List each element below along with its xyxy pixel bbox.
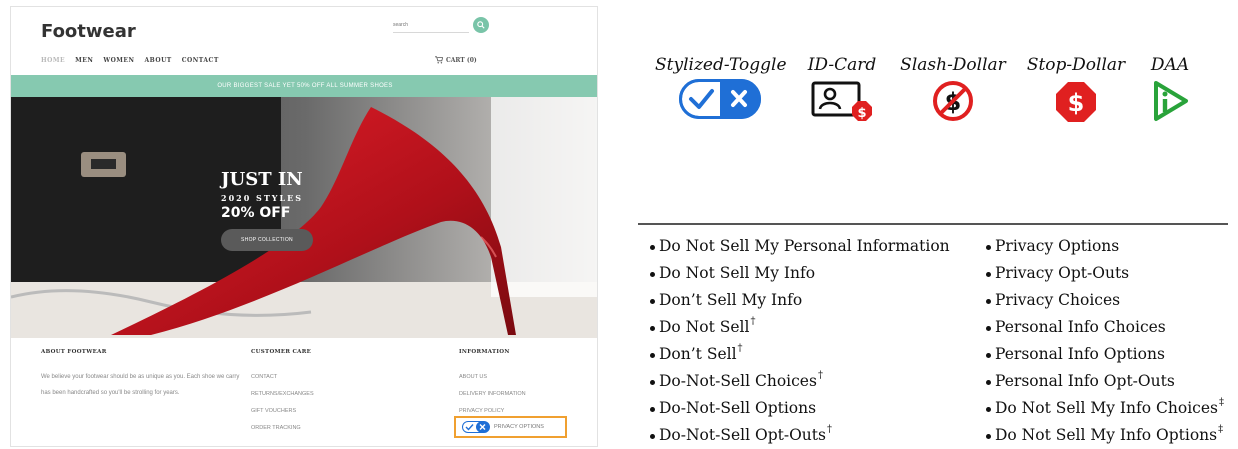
- footer-customer-care: CUSTOMER CARE CONTACT RETURNS/EXCHANGES …: [251, 349, 314, 437]
- store-mockup: Footwear HOME MEN WOMEN ABOUT CONTACT CA…: [10, 6, 598, 447]
- cart-icon: [435, 56, 443, 64]
- search-bar: [393, 17, 493, 33]
- cart-label: CART (0): [446, 56, 477, 64]
- icon-variant-stop-dollar: Stop-Dollar $: [1022, 55, 1130, 125]
- icon-box: $: [802, 79, 882, 125]
- promo-banner[interactable]: OUR BIGGEST SALE YET 50% OFF ALL SUMMER …: [11, 75, 597, 97]
- list-item: Privacy Opt-Outs: [986, 263, 1224, 290]
- nav-women[interactable]: WOMEN: [103, 57, 134, 64]
- toggle-check-x-icon: [679, 79, 761, 119]
- icon-box: $: [1022, 79, 1130, 125]
- stop-dollar-icon: $: [1056, 82, 1096, 122]
- icon-variant-slash-dollar: Slash-Dollar $: [897, 55, 1009, 123]
- footer-information: INFORMATION ABOUT US DELIVERY INFORMATIO…: [459, 349, 526, 420]
- search-input[interactable]: [393, 17, 469, 33]
- list-item: Do-Not-Sell Opt-Outs †: [650, 425, 951, 449]
- search-button[interactable]: [473, 17, 489, 33]
- hero-title: JUST IN: [221, 169, 303, 190]
- privacy-options-link[interactable]: PRIVACY OPTIONS: [454, 416, 567, 438]
- footer-link-tracking[interactable]: ORDER TRACKING: [251, 420, 314, 437]
- footer-info-heading: INFORMATION: [459, 349, 510, 355]
- icon-label: Stylized-Toggle: [655, 55, 787, 75]
- search-icon: [477, 21, 485, 29]
- list-item: Privacy Options: [986, 236, 1224, 263]
- footer-link-gift[interactable]: GIFT VOUCHERS: [251, 403, 314, 420]
- label-list-left: Do Not Sell My Personal Information Do N…: [650, 236, 951, 449]
- privacy-options-label: PRIVACY OPTIONS: [494, 424, 544, 430]
- icon-label: ID-Card: [807, 55, 877, 75]
- icon-label: Stop-Dollar: [1026, 55, 1126, 75]
- list-item: Do Not Sell My Personal Information: [650, 236, 951, 263]
- footer-link-contact[interactable]: CONTACT: [251, 369, 314, 386]
- hero-subtitle: 2020 STYLES: [221, 193, 303, 203]
- toggle-check-x-icon: [462, 421, 490, 433]
- main-nav: HOME MEN WOMEN ABOUT CONTACT: [41, 57, 219, 64]
- footer-about-heading: ABOUT FOOTWEAR: [41, 349, 107, 355]
- label-list-right: Privacy Options Privacy Opt-Outs Privacy…: [986, 236, 1224, 449]
- list-item: Do-Not-Sell Choices †: [650, 371, 951, 398]
- icon-box: $: [897, 79, 1009, 123]
- footer-about: ABOUT FOOTWEAR We believe your footwear …: [41, 349, 241, 401]
- list-item: Do Not Sell My Info Options ‡: [986, 425, 1224, 449]
- svg-text:$: $: [1068, 89, 1085, 117]
- nav-contact[interactable]: CONTACT: [182, 57, 219, 64]
- slash-dollar-icon: $: [933, 81, 973, 121]
- shop-collection-button[interactable]: SHOP COLLECTION: [221, 229, 313, 251]
- hero-text: JUST IN 2020 STYLES 20% OFF SHOP COLLECT…: [221, 169, 313, 251]
- id-card-dollar-icon: $: [811, 81, 872, 121]
- list-item: Do Not Sell My Info Choices ‡: [986, 398, 1224, 425]
- footer-service-heading: CUSTOMER CARE: [251, 349, 312, 355]
- footer-link-about[interactable]: ABOUT US: [459, 369, 526, 386]
- icon-label: DAA: [1150, 55, 1190, 75]
- list-item: Don’t Sell My Info: [650, 290, 951, 317]
- hero-offer: 20% OFF: [221, 205, 291, 221]
- nav-home[interactable]: HOME: [41, 57, 65, 64]
- store-logo[interactable]: Footwear: [41, 21, 136, 42]
- footer-about-text: We believe your footwear should be as un…: [41, 374, 240, 396]
- hero-banner: JUST IN 2020 STYLES 20% OFF SHOP COLLECT…: [11, 97, 597, 338]
- list-item: Privacy Choices: [986, 290, 1224, 317]
- list-item: Do Not Sell †: [650, 317, 951, 344]
- icon-variant-stylized-toggle: Stylized-Toggle: [655, 55, 787, 119]
- nav-men[interactable]: MEN: [75, 57, 93, 64]
- icon-label: Slash-Dollar: [900, 55, 1006, 75]
- icon-variant-daa: DAA: [1140, 55, 1200, 123]
- icon-variant-id-card: ID-Card $: [802, 55, 882, 125]
- list-item: Do Not Sell My Info: [650, 263, 951, 290]
- section-divider: [638, 223, 1228, 225]
- list-item: Do-Not-Sell Options: [650, 398, 951, 425]
- daa-icon: [1154, 81, 1188, 121]
- icon-box: [1140, 79, 1200, 123]
- list-item: Personal Info Opt-Outs: [986, 371, 1224, 398]
- nav-about[interactable]: ABOUT: [145, 57, 172, 64]
- footer-link-delivery[interactable]: DELIVERY INFORMATION: [459, 386, 526, 403]
- list-item: Personal Info Options: [986, 344, 1224, 371]
- list-item: Don’t Sell †: [650, 344, 951, 371]
- icon-box: [655, 79, 785, 119]
- cart-link[interactable]: CART (0): [435, 56, 477, 64]
- list-item: Personal Info Choices: [986, 317, 1224, 344]
- footer-link-returns[interactable]: RETURNS/EXCHANGES: [251, 386, 314, 403]
- svg-text:$: $: [857, 106, 866, 121]
